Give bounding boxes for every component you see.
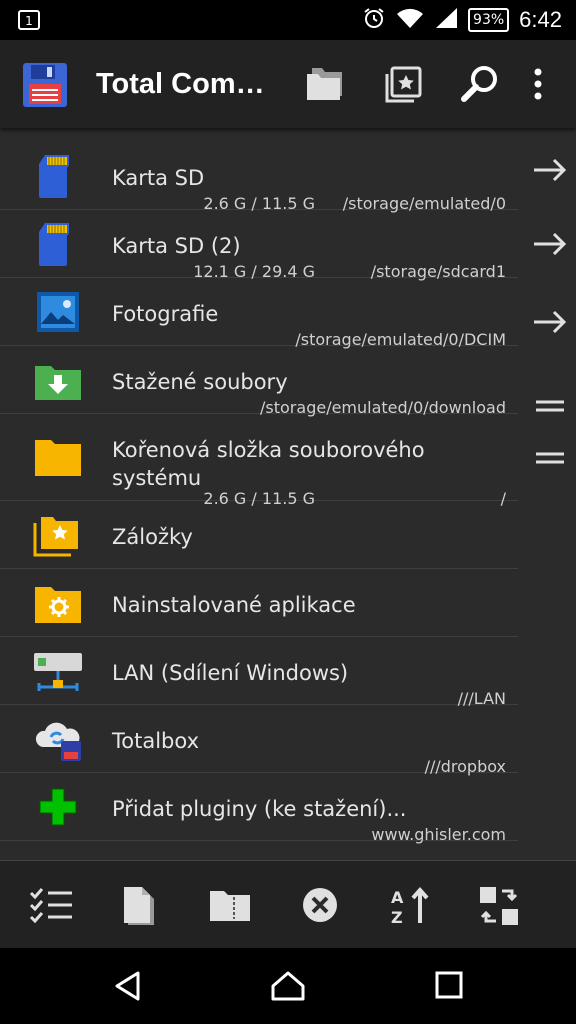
item-name: Stažené soubory xyxy=(112,370,288,394)
open-right-panel-button[interactable] xyxy=(532,156,568,188)
archive-button[interactable] xyxy=(208,885,252,929)
folders-button[interactable] xyxy=(304,64,346,108)
list-item[interactable]: Karta SD 2.6 G / 11.5 G /storage/emulate… xyxy=(0,142,518,213)
list-item[interactable]: Záložky xyxy=(0,501,518,569)
wifi-icon xyxy=(396,7,424,33)
bottom-toolbar: A Z xyxy=(0,860,576,949)
delete-circle-icon xyxy=(303,888,337,922)
open-right-panel-button[interactable] xyxy=(532,308,568,340)
bookmark-star-icon xyxy=(385,66,422,103)
signal-icon xyxy=(434,7,458,33)
app-title: Total Com… xyxy=(96,68,265,100)
floppy-disk-icon xyxy=(22,62,68,112)
zip-folder-icon xyxy=(210,891,250,921)
search-icon xyxy=(461,66,497,102)
location-list: Karta SD 2.6 G / 11.5 G /storage/emulate… xyxy=(0,142,518,844)
file-icon xyxy=(124,887,154,925)
list-item[interactable]: Kořenová složka souborového systému 2.6 … xyxy=(0,414,518,508)
drag-handle[interactable] xyxy=(532,394,568,422)
folders-icon xyxy=(307,68,342,100)
drag-handle-icon xyxy=(536,400,564,412)
list-item[interactable]: LAN (Sdílení Windows) ///LAN xyxy=(0,637,518,708)
open-right-panel-button[interactable] xyxy=(532,230,568,262)
recents-button[interactable] xyxy=(434,970,464,1004)
list-item[interactable]: Totalbox ///dropbox xyxy=(0,705,518,776)
sort-button[interactable]: A Z xyxy=(388,885,430,931)
item-name: Nainstalované aplikace xyxy=(112,593,356,617)
sd-card-icon xyxy=(39,223,69,266)
item-name: Karta SD xyxy=(112,166,205,190)
more-vert-icon xyxy=(534,68,542,100)
arrow-right-icon xyxy=(534,232,567,256)
bookmarks-button[interactable] xyxy=(384,64,424,108)
arrow-right-icon xyxy=(534,310,567,334)
item-name: Fotografie xyxy=(112,302,219,326)
list-item[interactable]: Nainstalované aplikace xyxy=(0,569,518,637)
apps-folder-icon xyxy=(35,587,81,623)
list-item[interactable]: Přidat pluginy (ke stažení)... www.ghisl… xyxy=(0,773,518,844)
app-toolbar: Total Com… xyxy=(0,40,576,128)
download-folder-icon xyxy=(35,366,81,400)
add-plugin-icon xyxy=(39,788,77,826)
swap-icon xyxy=(480,887,518,925)
clock: 6:42 xyxy=(519,7,562,32)
item-name: Kořenová složka souborového systému xyxy=(112,438,425,490)
item-path: www.ghisler.com xyxy=(371,825,506,844)
back-button[interactable] xyxy=(112,970,144,1006)
new-file-button[interactable] xyxy=(122,885,158,931)
sort-az-icon: A Z xyxy=(391,886,429,927)
item-name: Karta SD (2) xyxy=(112,234,241,258)
status-bar: 1 93% 6:42 xyxy=(0,0,576,40)
sd-card-icon xyxy=(39,155,69,198)
drag-handle-icon xyxy=(536,452,564,464)
arrow-right-icon xyxy=(534,158,567,182)
svg-text:1: 1 xyxy=(25,14,33,28)
delete-button[interactable] xyxy=(300,885,340,929)
cloud-sync-icon xyxy=(35,722,81,761)
list-item[interactable]: Karta SD (2) 12.1 G / 29.4 G /storage/sd… xyxy=(0,210,518,281)
home-icon xyxy=(271,971,305,1001)
home-button[interactable] xyxy=(270,970,306,1006)
item-name: LAN (Sdílení Windows) xyxy=(112,661,349,685)
item-name: Přidat pluginy (ke stažení)... xyxy=(112,797,407,821)
recents-square-icon xyxy=(435,971,463,999)
alarm-icon xyxy=(362,6,386,34)
search-button[interactable] xyxy=(460,64,500,108)
select-button[interactable] xyxy=(28,885,74,929)
folder-icon xyxy=(35,440,81,476)
swap-panels-button[interactable] xyxy=(478,885,520,931)
item-name: Záložky xyxy=(112,525,193,549)
drag-handle[interactable] xyxy=(532,446,568,474)
system-navigation-bar xyxy=(0,948,576,1024)
photos-icon xyxy=(37,292,79,332)
battery-indicator: 93% xyxy=(468,8,510,32)
list-item[interactable]: Fotografie /storage/emulated/0/DCIM xyxy=(0,278,518,349)
svg-text:A: A xyxy=(391,888,404,907)
item-name: Totalbox xyxy=(112,729,200,753)
svg-text:Z: Z xyxy=(391,908,403,927)
list-item[interactable]: Stažené soubory /storage/emulated/0/down… xyxy=(0,346,518,417)
bookmarks-folder-icon xyxy=(33,517,78,557)
checklist-icon xyxy=(29,888,72,924)
lan-server-icon xyxy=(34,653,82,691)
back-triangle-icon xyxy=(115,971,140,1001)
overflow-menu-button[interactable] xyxy=(526,64,550,108)
notification-badge: 1 xyxy=(18,10,40,34)
